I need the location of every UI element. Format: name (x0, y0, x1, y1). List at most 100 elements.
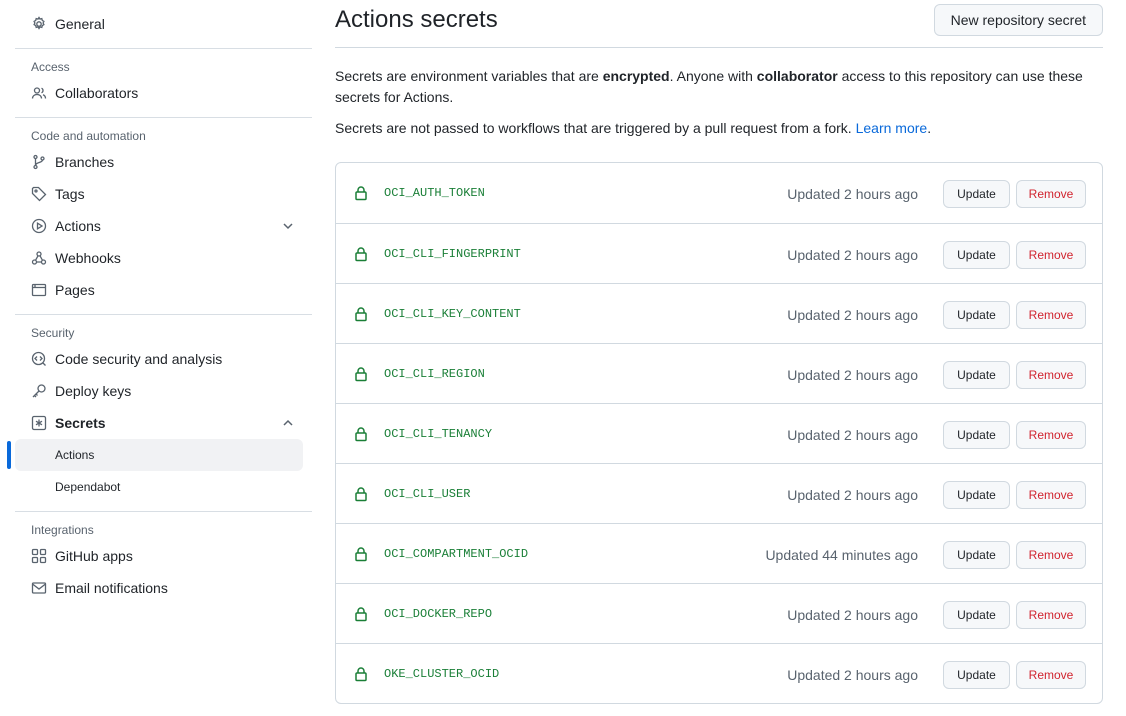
sidebar-item-github-apps[interactable]: GitHub apps (15, 540, 312, 572)
chevron-down-icon[interactable] (280, 218, 296, 234)
secret-row: OCI_DOCKER_REPO Updated 2 hours ago Update… (336, 583, 1102, 643)
sidebar-item-label: Pages (55, 282, 95, 298)
secret-name: OCI_AUTH_TOKEN (384, 186, 485, 200)
secret-row: OCI_CLI_USER Updated 2 hours ago Update Rem… (336, 463, 1102, 523)
sidebar-item-general[interactable]: General (15, 8, 312, 40)
sidebar-divider (15, 117, 312, 118)
people-icon (31, 85, 47, 101)
secret-updated-time: Updated 2 hours ago (787, 667, 918, 683)
sidebar-item-secrets[interactable]: Secrets (15, 407, 312, 439)
lock-icon (355, 607, 367, 622)
remove-secret-button[interactable]: Remove (1016, 481, 1086, 509)
key-icon (31, 383, 47, 399)
lock-icon (355, 667, 367, 682)
lock-icon (355, 247, 367, 262)
remove-secret-button[interactable]: Remove (1016, 541, 1086, 569)
sidebar-item-pages[interactable]: Pages (15, 274, 312, 306)
learn-more-link[interactable]: Learn more (856, 120, 928, 136)
update-secret-button[interactable]: Update (943, 541, 1010, 569)
secret-row: OCI_CLI_REGION Updated 2 hours ago Update R… (336, 343, 1102, 403)
remove-secret-button[interactable]: Remove (1016, 661, 1086, 689)
sidebar-item-label: GitHub apps (55, 548, 133, 564)
secret-row: OCI_CLI_FINGERPRINT Updated 2 hours ago Up… (336, 223, 1102, 283)
update-secret-button[interactable]: Update (943, 301, 1010, 329)
lock-icon (355, 367, 367, 382)
new-repository-secret-button[interactable]: New repository secret (933, 4, 1103, 36)
fork-note-text: Secrets are not passed to workflows that… (335, 120, 856, 136)
sidebar-item-label: General (55, 16, 105, 32)
sidebar-subitem-secrets-dependabot[interactable]: Dependabot (15, 471, 303, 503)
remove-secret-button[interactable]: Remove (1016, 421, 1086, 449)
lock-icon (355, 307, 367, 322)
sidebar-item-label: Webhooks (55, 250, 121, 266)
sidebar-item-tags[interactable]: Tags (15, 178, 312, 210)
page-header: Actions secrets New repository secret (335, 0, 1103, 48)
desc-bold-encrypted: encrypted (602, 68, 670, 84)
tag-icon (31, 186, 47, 202)
sidebar-divider (15, 48, 312, 49)
secret-name: OCI_CLI_REGION (384, 367, 485, 381)
sidebar-item-webhooks[interactable]: Webhooks (15, 242, 312, 274)
desc-text: Secrets are environment variables that a… (335, 68, 603, 84)
secret-updated-time: Updated 2 hours ago (787, 186, 918, 202)
sidebar-item-deploy-keys[interactable]: Deploy keys (15, 375, 312, 407)
sidebar-item-branches[interactable]: Branches (15, 146, 312, 178)
update-secret-button[interactable]: Update (943, 241, 1010, 269)
sidebar-item-collaborators[interactable]: Collaborators (15, 77, 312, 109)
sidebar-item-label: Secrets (55, 415, 106, 431)
group-title-integrations: Integrations (31, 523, 94, 537)
update-secret-button[interactable]: Update (943, 361, 1010, 389)
group-title-security: Security (31, 326, 75, 340)
remove-secret-button[interactable]: Remove (1016, 601, 1086, 629)
update-secret-button[interactable]: Update (943, 421, 1010, 449)
secret-name: OCI_CLI_KEY_CONTENT (384, 307, 521, 321)
secret-updated-time: Updated 44 minutes ago (765, 547, 918, 563)
sidebar-item-email-notifications[interactable]: Email notifications (15, 572, 312, 604)
webhook-icon (31, 250, 47, 266)
secret-updated-time: Updated 2 hours ago (787, 607, 918, 623)
secret-row: OCI_CLI_TENANCY Updated 2 hours ago Update… (336, 403, 1102, 463)
sidebar-item-label: Branches (55, 154, 115, 170)
sidebar-item-code-security[interactable]: Code security and analysis (15, 343, 312, 375)
update-secret-button[interactable]: Update (943, 661, 1010, 689)
mail-icon (31, 580, 47, 596)
settings-sidebar: General Access Collaborators Code and au… (7, 0, 312, 604)
secret-name: OCI_CLI_TENANCY (384, 427, 493, 441)
secret-name: OCI_CLI_FINGERPRINT (384, 247, 521, 261)
sidebar-subitem-label: Actions (55, 448, 95, 462)
codescan-icon (31, 351, 47, 367)
gear-icon (31, 16, 47, 32)
remove-secret-button[interactable]: Remove (1016, 361, 1086, 389)
remove-secret-button[interactable]: Remove (1016, 301, 1086, 329)
sidebar-subitem-label: Dependabot (55, 480, 121, 494)
secrets-list: OCI_AUTH_TOKEN Updated 2 hours ago Update R… (335, 162, 1103, 704)
sidebar-divider (15, 511, 312, 512)
sidebar-item-label: Actions (55, 218, 101, 234)
sidebar-item-label: Email notifications (55, 580, 168, 596)
sidebar-item-label: Code security and analysis (55, 351, 223, 367)
update-secret-button[interactable]: Update (943, 601, 1010, 629)
sidebar-item-label: Collaborators (55, 85, 139, 101)
secret-updated-time: Updated 2 hours ago (787, 367, 918, 383)
secret-row: OCI_CLI_KEY_CONTENT Updated 2 hours ago Up… (336, 283, 1102, 343)
secret-row: OCI_COMPARTMENT_OCID Updated 44 minutes a… (336, 523, 1102, 583)
fork-note-period: . (927, 120, 932, 136)
sidebar-item-label: Deploy keys (55, 383, 132, 399)
chevron-up-icon[interactable] (280, 415, 296, 431)
browser-icon (31, 282, 47, 298)
secret-updated-time: Updated 2 hours ago (787, 307, 918, 323)
secret-row: OCI_AUTH_TOKEN Updated 2 hours ago Update R… (336, 163, 1102, 223)
desc-text: . Anyone with (669, 68, 757, 84)
git-branch-icon (31, 154, 47, 170)
apps-icon (31, 548, 47, 564)
secret-name: OKE_CLUSTER_OCID (384, 667, 500, 681)
update-secret-button[interactable]: Update (943, 481, 1010, 509)
sidebar-item-actions[interactable]: Actions (15, 210, 312, 242)
remove-secret-button[interactable]: Remove (1016, 241, 1086, 269)
key-asterisk-icon (31, 415, 47, 431)
fork-note: Secrets are not passed to workflows that… (335, 118, 1103, 139)
sidebar-divider (15, 314, 312, 315)
sidebar-subitem-secrets-actions[interactable]: Actions (7, 439, 303, 471)
update-secret-button[interactable]: Update (943, 180, 1010, 208)
remove-secret-button[interactable]: Remove (1016, 180, 1086, 208)
